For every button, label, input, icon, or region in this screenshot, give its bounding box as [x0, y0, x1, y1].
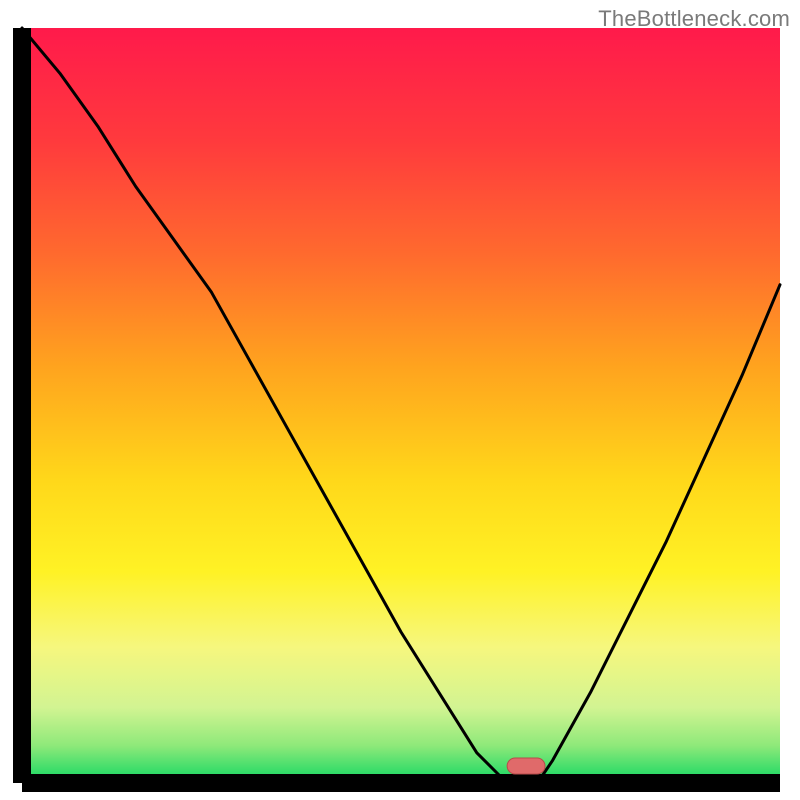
optimal-marker	[507, 758, 545, 774]
watermark-text: TheBottleneck.com	[598, 6, 790, 32]
chart-container: TheBottleneck.com	[0, 0, 800, 800]
bottleneck-chart	[0, 0, 800, 800]
plot-background	[22, 28, 780, 783]
